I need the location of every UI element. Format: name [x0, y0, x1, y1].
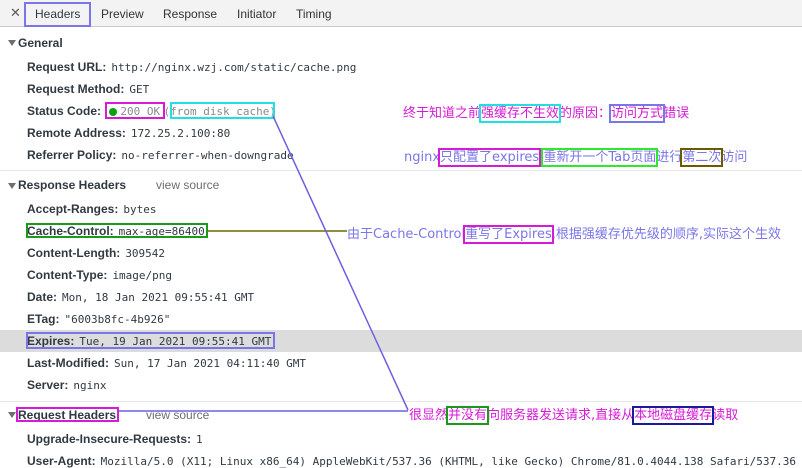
response-header-row: Server: nginx [27, 378, 107, 392]
general-section-title[interactable]: General [18, 36, 63, 50]
request-header-row: Upgrade-Insecure-Requests: 1 [27, 432, 203, 446]
expand-triangle-icon[interactable] [8, 412, 16, 418]
expires-highlight [26, 332, 275, 349]
disk-cache-highlight [170, 102, 275, 119]
devtools-tabbar: ✕ Headers Preview Response Initiator Tim… [0, 0, 802, 27]
referrer-policy-row: Referrer Policy: no-referrer-when-downgra… [27, 148, 294, 162]
annotation-note-1: 终于知道之前强缓存不生效的原因：访问方式错误 [403, 104, 690, 123]
response-view-source-link[interactable]: view source [156, 178, 219, 192]
tab-timing[interactable]: Timing [296, 7, 332, 21]
tab-preview[interactable]: Preview [101, 7, 144, 21]
response-header-row: Date: Mon, 18 Jan 2021 09:55:41 GMT [27, 290, 255, 304]
tab-initiator[interactable]: Initiator [237, 7, 276, 21]
response-header-row: Accept-Ranges: bytes [27, 202, 157, 216]
response-header-row: Content-Length: 309542 [27, 246, 166, 260]
section-divider [0, 170, 802, 171]
annotation-note-3: 由于Cache-Control重写了Expires,根据强缓存优先级的顺序,实际… [347, 225, 781, 244]
close-icon[interactable]: ✕ [10, 5, 21, 21]
response-headers-title[interactable]: Response Headers [18, 178, 126, 192]
section-divider [0, 401, 802, 402]
request-url-row: Request URL: http://nginx.wzj.com/static/… [27, 60, 357, 74]
expand-triangle-icon[interactable] [8, 40, 16, 46]
response-header-row: Last-Modified: Sun, 17 Jan 2021 04:11:40 … [27, 356, 307, 370]
remote-address-row: Remote Address: 172.25.2.100:80 [27, 126, 231, 140]
status-code-highlight [105, 102, 165, 119]
request-headers-highlight [16, 407, 119, 422]
tab-response[interactable]: Response [163, 7, 217, 21]
annotation-note-4: 很显然并没有向服务器发送请求,直接从本地磁盘缓存读取 [409, 406, 739, 425]
request-method-row: Request Method: GET [27, 82, 150, 96]
headers-tab-highlight [24, 2, 91, 27]
request-header-row: User-Agent: Mozilla/5.0 (X11; Linux x86_6… [27, 454, 797, 468]
cache-control-highlight [26, 223, 208, 238]
response-header-row: Content-Type: image/png [27, 268, 173, 282]
expand-triangle-icon[interactable] [8, 183, 16, 189]
response-header-row: ETag: "6003b8fc-4b926" [27, 312, 171, 326]
request-view-source-link[interactable]: view source [146, 408, 209, 422]
annotation-note-2: nginx只配置了expires,重新开一个Tab页面进行第二次访问 [404, 148, 748, 167]
